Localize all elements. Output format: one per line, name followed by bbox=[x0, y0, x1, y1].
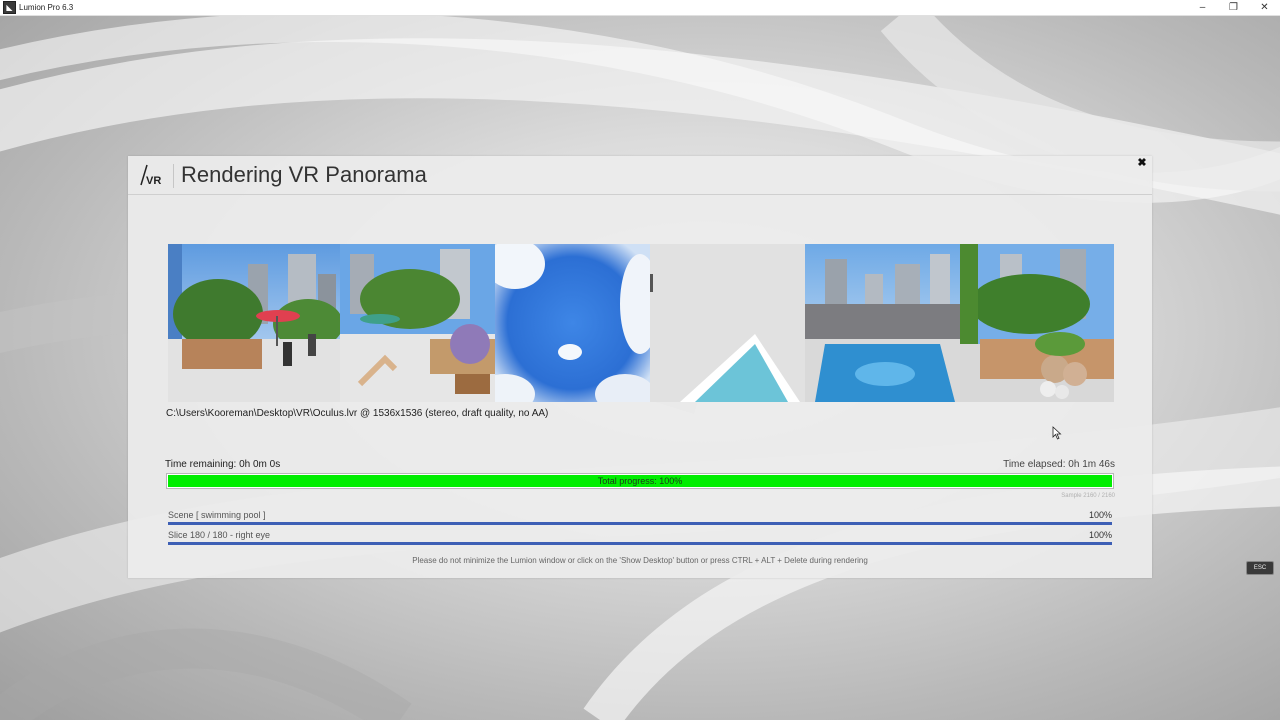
preview-tile-terrace-lounge bbox=[340, 244, 495, 402]
panorama-preview bbox=[168, 244, 1114, 402]
dialog-header: VR Rendering VR Panorama bbox=[128, 156, 1152, 195]
time-remaining: Time remaining: 0h 0m 0s bbox=[165, 459, 281, 470]
scene-progress-bar bbox=[168, 522, 1112, 525]
render-vr-dialog: VR Rendering VR Panorama ✖ C:\Users\Koor… bbox=[128, 156, 1152, 578]
sample-counter: Sample 2160 / 2160 bbox=[1061, 493, 1115, 499]
dialog-close-icon[interactable]: ✖ bbox=[1136, 157, 1148, 169]
scene-label: Scene [ swimming pool ] bbox=[168, 510, 266, 520]
vr-logo-text: VR bbox=[146, 175, 161, 187]
dialog-title: Rendering VR Panorama bbox=[181, 162, 427, 187]
slice-percent: 100% bbox=[1088, 530, 1112, 540]
window-titlebar: ◣ Lumion Pro 6.3 – ❐ ✕ bbox=[0, 0, 1280, 16]
vr-logo-icon: VR bbox=[140, 164, 161, 187]
header-divider bbox=[173, 164, 174, 188]
slice-label: Slice 180 / 180 - right eye bbox=[168, 530, 271, 540]
minimize-button[interactable]: – bbox=[1187, 0, 1218, 15]
mouse-cursor-icon bbox=[1052, 426, 1062, 440]
output-file-info: C:\Users\Kooreman\Desktop\VR\Oculus.lvr … bbox=[166, 408, 549, 419]
total-progress-bar: Total progress: 100% bbox=[166, 473, 1114, 489]
lumion-app-icon: ◣ bbox=[3, 1, 16, 14]
restore-button[interactable]: ❐ bbox=[1218, 0, 1249, 15]
preview-tile-ground-down bbox=[650, 244, 805, 402]
render-warning-notice: Please do not minimize the Lumion window… bbox=[412, 556, 868, 565]
preview-tile-sky-up bbox=[495, 244, 650, 402]
time-elapsed: Time elapsed: 0h 1m 46s bbox=[1003, 459, 1115, 470]
scene-percent: 100% bbox=[1088, 510, 1112, 520]
preview-tile-terrace-with-people bbox=[168, 244, 340, 402]
window-title: Lumion Pro 6.3 bbox=[19, 3, 74, 12]
preview-tile-swimming-pool bbox=[805, 244, 960, 402]
total-progress-fill: Total progress: 100% bbox=[168, 475, 1112, 487]
esc-key-button[interactable]: ESC bbox=[1246, 561, 1274, 575]
preview-tile-garden-planters bbox=[960, 244, 1114, 402]
total-progress-label: Total progress: 100% bbox=[597, 476, 683, 486]
close-button[interactable]: ✕ bbox=[1249, 0, 1280, 15]
slice-progress-bar bbox=[168, 542, 1112, 545]
